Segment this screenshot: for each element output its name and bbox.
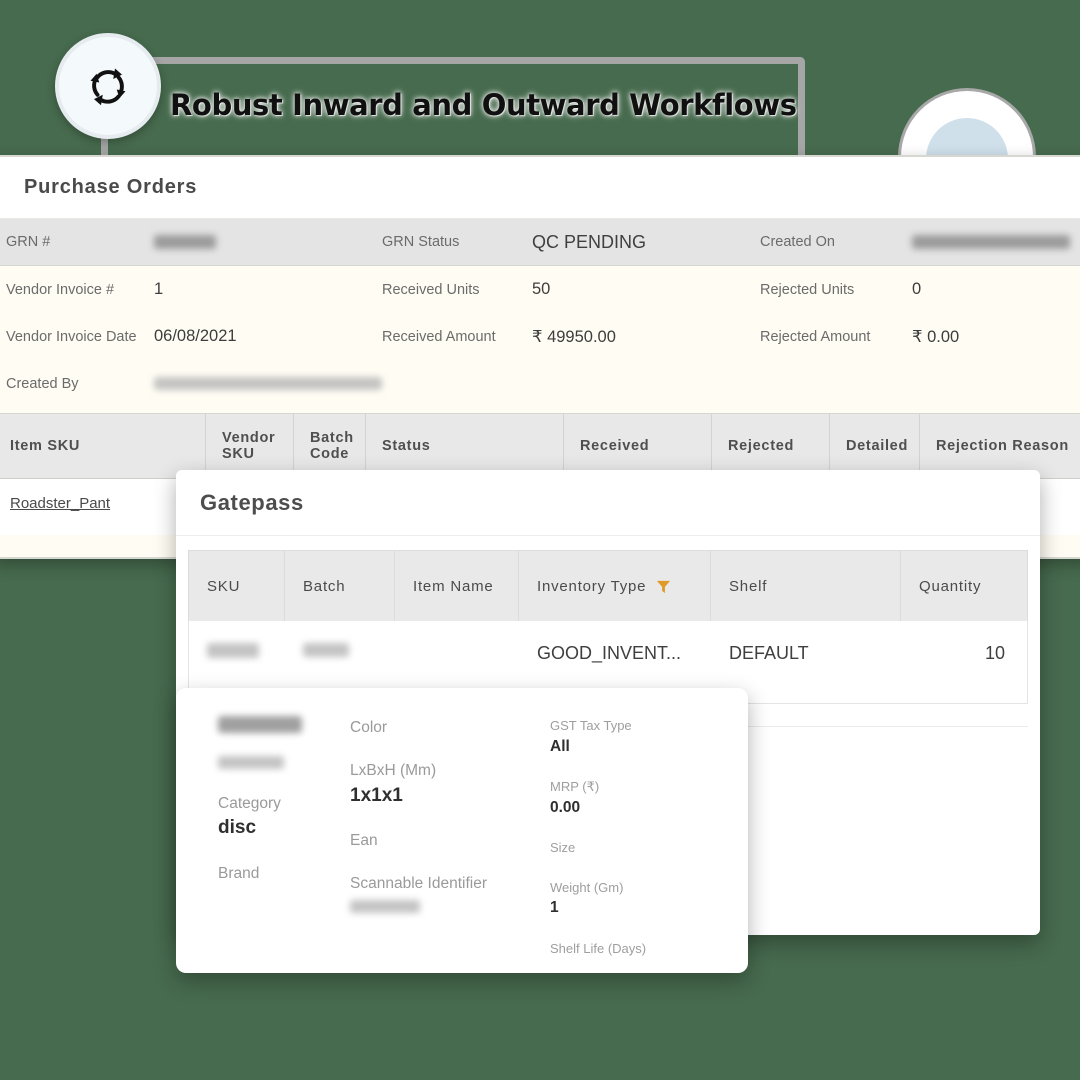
vendor-invoice-date-label: Vendor Invoice Date (6, 328, 137, 345)
detail-value-mrp: 0.00 (550, 798, 581, 816)
detail-label-size: Size (550, 840, 576, 856)
detail-value-gst-tax-type: All (550, 737, 570, 755)
detail-value-lxbxh: 1x1x1 (350, 784, 403, 806)
detail-field-size: Size (550, 838, 740, 858)
column-header-vendor-sku[interactable]: Vendor SKU (206, 414, 294, 478)
detail-field-ean: Ean (350, 829, 550, 852)
detail-label-scannable-identifier: Scannable Identifier (350, 875, 488, 893)
vendor-invoice-number-label: Vendor Invoice # (6, 281, 115, 298)
column-header-detailed[interactable]: Detailed (830, 414, 920, 478)
column-header-item-name[interactable]: Item Name (395, 551, 519, 621)
grn-summary: GRN # GRN Status QC PENDING Created On V… (0, 219, 1080, 407)
detail-column-attributes: GST Tax Type All MRP (₹) 0.00 Size Weigh… (550, 716, 740, 973)
grn-summary-row: Vendor Invoice Date 06/08/2021 Received … (0, 313, 1080, 360)
vendor-invoice-number-value: 1 (154, 280, 164, 298)
detail-item-name-redacted (218, 716, 302, 734)
item-detail-card: Category disc Brand Color LxBxH (Mm) 1x1… (176, 688, 748, 973)
column-header-batch-code[interactable]: Batch Code (294, 414, 366, 478)
detail-label-brand: Brand (218, 864, 260, 882)
column-header-quantity[interactable]: Quantity (901, 551, 1027, 621)
item-sku-link[interactable]: Roadster_Pant (10, 495, 110, 512)
detail-field-lxbxh: LxBxH (Mm) 1x1x1 (350, 759, 550, 809)
column-header-rejected[interactable]: Rejected (712, 414, 830, 478)
cell-quantity: 10 (984, 643, 1005, 663)
detail-item-name (218, 716, 350, 734)
cell-batch-redacted (303, 643, 349, 657)
detail-field-brand: Brand (218, 862, 350, 885)
detail-field-scannable-identifier: Scannable Identifier (350, 872, 550, 913)
funnel-filter-icon[interactable] (656, 579, 671, 594)
detail-value-scannable-identifier-redacted (350, 899, 420, 913)
grn-status-label: GRN Status (382, 234, 460, 250)
detail-field-color: Color (350, 716, 550, 739)
detail-field-weight: Weight (Gm) 1 (550, 878, 740, 919)
detail-item-code-redacted (218, 756, 284, 770)
detail-label-color: Color (350, 719, 388, 736)
grn-summary-row: Vendor Invoice # 1 Received Units 50 Rej… (0, 266, 1080, 313)
grn-number-value-redacted (154, 235, 216, 249)
created-on-value-redacted (912, 235, 1070, 249)
grn-summary-row: Created By (0, 360, 1080, 407)
detail-label-mrp: MRP (₹) (550, 779, 600, 795)
detail-item-code (218, 754, 350, 772)
page-title: Purchase Orders (24, 176, 198, 198)
rejected-units-label: Rejected Units (760, 281, 855, 298)
decorative-dome-inner (926, 118, 1008, 158)
received-amount-value: ₹ 49950.00 (532, 327, 616, 346)
column-header-inventory-type-label: Inventory Type (537, 577, 647, 595)
received-amount-label: Received Amount (382, 328, 496, 345)
received-units-value: 50 (532, 280, 551, 298)
rejected-units-value: 0 (912, 280, 922, 298)
rejected-amount-value: ₹ 0.00 (912, 327, 960, 346)
detail-field-mrp: MRP (₹) 0.00 (550, 777, 740, 818)
column-header-sku[interactable]: SKU (189, 551, 285, 621)
column-header-rejection-reason[interactable]: Rejection Reason (920, 414, 1080, 478)
column-header-inventory-type[interactable]: Inventory Type (519, 551, 711, 621)
decorative-dome (898, 88, 1036, 158)
vendor-invoice-date-value: 06/08/2021 (154, 327, 237, 345)
received-units-label: Received Units (382, 281, 480, 298)
column-header-item-sku[interactable]: Item SKU (0, 414, 206, 478)
gatepass-header: Gatepass (176, 470, 1040, 536)
page-root: Robust Inward and Outward Workflows Purc… (0, 0, 1080, 1080)
detail-label-weight: Weight (Gm) (550, 879, 624, 895)
banner-title: Robust Inward and Outward Workflows (170, 88, 797, 122)
grn-number-label: GRN # (6, 234, 51, 250)
grn-summary-row: GRN # GRN Status QC PENDING Created On (0, 219, 1080, 266)
created-by-value-redacted (154, 377, 382, 390)
sync-rotate-icon (80, 58, 136, 114)
detail-label-lxbxh: LxBxH (Mm) (350, 762, 437, 780)
gatepass-title: Gatepass (200, 489, 304, 515)
detail-column-primary: Category disc Brand (176, 716, 350, 973)
created-by-label: Created By (6, 375, 79, 392)
column-header-received[interactable]: Received (564, 414, 712, 478)
detail-field-shelf-life: Shelf Life (Days) (550, 939, 740, 959)
detail-value-weight: 1 (550, 899, 559, 917)
column-header-batch[interactable]: Batch (285, 551, 395, 621)
column-header-status[interactable]: Status (366, 414, 564, 478)
status-badge: QC PENDING (532, 231, 647, 252)
column-header-shelf[interactable]: Shelf (711, 551, 901, 621)
cell-sku-redacted (207, 643, 259, 658)
detail-label-category: Category (218, 795, 281, 812)
detail-label-gst-tax-type: GST Tax Type (550, 718, 632, 733)
detail-label-shelf-life: Shelf Life (Days) (550, 941, 647, 957)
gatepass-table-header-row: SKU Batch Item Name Inventory Type Shelf… (188, 550, 1028, 621)
detail-label-ean: Ean (350, 832, 378, 850)
purchase-orders-header: Purchase Orders (0, 157, 1080, 219)
sync-rotate-icon-badge (55, 33, 161, 139)
detail-value-category: disc (218, 817, 257, 839)
detail-column-dimensions: Color LxBxH (Mm) 1x1x1 Ean Scannable Ide… (350, 716, 550, 973)
detail-field-gst-tax-type: GST Tax Type All (550, 716, 740, 757)
rejected-amount-label: Rejected Amount (760, 328, 871, 345)
detail-field-category: Category disc (218, 792, 350, 842)
created-on-label: Created On (760, 234, 835, 250)
